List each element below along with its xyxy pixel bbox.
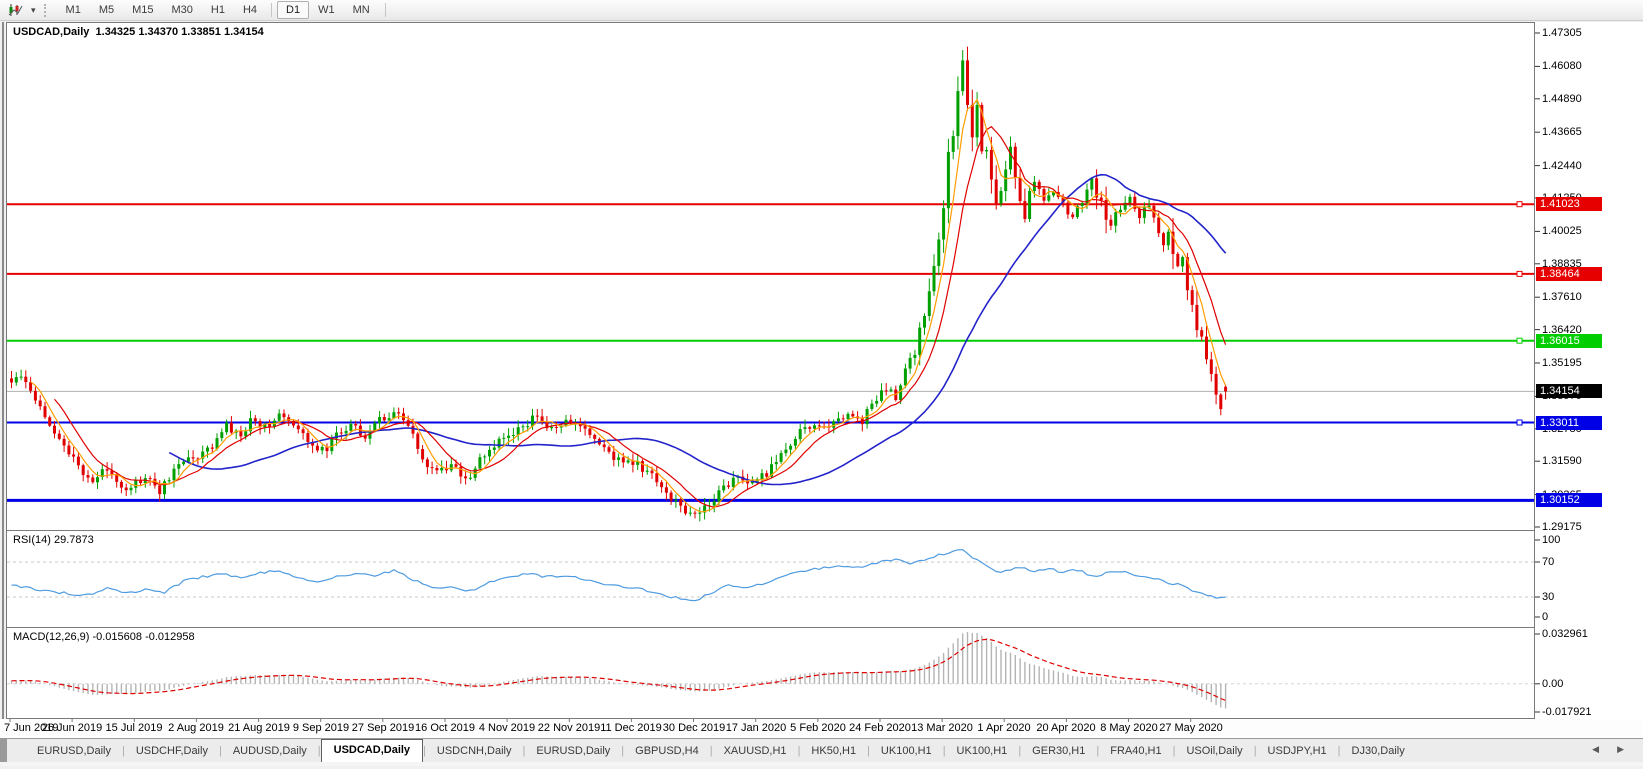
date-axis-label: 9 Sep 2019 xyxy=(293,722,349,734)
symbol-tab-usdjpy-h1[interactable]: USDJPY,H1 xyxy=(1257,741,1338,762)
timeframe-button-h4[interactable]: H4 xyxy=(234,1,266,19)
timeframe-button-m15[interactable]: M15 xyxy=(123,1,162,19)
timeframe-button-m5[interactable]: M5 xyxy=(90,1,123,19)
symbol-tab-fra40-h1[interactable]: FRA40,H1 xyxy=(1099,741,1172,762)
tab-scroll-right-icon[interactable]: ▶ xyxy=(1608,744,1633,754)
symbol-tab-usdcad-daily[interactable]: USDCAD,Daily xyxy=(321,739,423,762)
timeframe-button-m1[interactable]: M1 xyxy=(57,1,90,19)
date-axis-label: 13 Mar 2020 xyxy=(911,722,973,734)
symbol-tab-dj30-daily[interactable]: DJ30,Daily xyxy=(1341,741,1416,762)
timeframe-button-m30[interactable]: M30 xyxy=(163,1,202,19)
chart-tab-bar: EURUSD,Daily|USDCHF,Daily|AUDUSD,Daily|U… xyxy=(0,738,1643,762)
date-axis-label: 20 Apr 2020 xyxy=(1036,722,1095,734)
symbol-tab-uk100-h1[interactable]: UK100,H1 xyxy=(870,741,943,762)
date-axis-label: 5 Feb 2020 xyxy=(790,722,846,734)
rsi-title: RSI(14) 29.7873 xyxy=(13,534,94,546)
symbol-tab-eurusd-daily[interactable]: EURUSD,Daily xyxy=(525,741,621,762)
toolbar-grip[interactable] xyxy=(44,4,50,17)
date-axis: 7 Jun 201926 Jun 201915 Jul 20192 Aug 20… xyxy=(0,719,1643,738)
date-axis-label: 30 Dec 2019 xyxy=(663,722,725,734)
status-strip xyxy=(0,762,1643,766)
symbol-tab-usoil-daily[interactable]: USOil,Daily xyxy=(1175,741,1253,762)
date-axis-label: 26 Jun 2019 xyxy=(42,722,103,734)
date-axis-label: 11 Dec 2019 xyxy=(600,722,662,734)
date-axis-label: 21 Aug 2019 xyxy=(228,722,290,734)
symbol-tab-uk100-h1[interactable]: UK100,H1 xyxy=(946,741,1019,762)
symbol-tab-usdchf-daily[interactable]: USDCHF,Daily xyxy=(125,741,219,762)
date-axis-label: 24 Feb 2020 xyxy=(849,722,911,734)
timeframe-toolbar: M1M5M15M30H1H4 D1W1MN xyxy=(57,1,379,19)
macd-title: MACD(12,26,9) -0.015608 -0.012958 xyxy=(13,631,195,643)
chart-type-dropdown-icon[interactable]: ▾ xyxy=(28,5,39,16)
main-chart-panel[interactable]: USDCAD,Daily 1.34325 1.34370 1.33851 1.3… xyxy=(6,22,1535,531)
symbol-tab-eurusd-daily[interactable]: EURUSD,Daily xyxy=(26,741,122,762)
macd-indicator-panel[interactable]: MACD(12,26,9) -0.015608 -0.012958 xyxy=(6,627,1535,719)
chart-title: USDCAD,Daily 1.34325 1.34370 1.33851 1.3… xyxy=(13,26,264,38)
date-axis-label: 22 Nov 2019 xyxy=(538,722,600,734)
date-axis-label: 27 Sep 2019 xyxy=(352,722,414,734)
price-axis xyxy=(1535,22,1643,719)
date-axis-label: 17 Jan 2020 xyxy=(726,722,787,734)
symbol-tab-xauusd-h1[interactable]: XAUUSD,H1 xyxy=(713,741,798,762)
date-axis-label: 15 Jul 2019 xyxy=(106,722,163,734)
symbol-tab-ger30-h1[interactable]: GER30,H1 xyxy=(1021,741,1096,762)
date-axis-label: 8 May 2020 xyxy=(1100,722,1157,734)
symbol-tab-audusd-daily[interactable]: AUDUSD,Daily xyxy=(222,741,318,762)
date-axis-label: 27 May 2020 xyxy=(1159,722,1223,734)
top-toolbar: ▾ M1M5M15M30H1H4 D1W1MN xyxy=(0,0,1643,21)
timeframe-button-w1[interactable]: W1 xyxy=(309,1,344,19)
tab-scroll-left-icon[interactable]: ◀ xyxy=(1583,744,1608,754)
chart-type-icon[interactable] xyxy=(4,1,27,20)
date-axis-label: 4 Nov 2019 xyxy=(479,722,535,734)
date-axis-label: 1 Apr 2020 xyxy=(977,722,1030,734)
rsi-indicator-panel[interactable]: RSI(14) 29.7873 xyxy=(6,530,1535,628)
tab-bar-notch xyxy=(0,739,7,762)
candlestick-chart-icon xyxy=(8,3,23,17)
symbol-tab-usdcnh-daily[interactable]: USDCNH,Daily xyxy=(426,741,523,762)
date-axis-label: 16 Oct 2019 xyxy=(415,722,475,734)
symbol-tab-hk50-h1[interactable]: HK50,H1 xyxy=(800,741,867,762)
timeframe-button-d1[interactable]: D1 xyxy=(277,1,309,19)
tab-scroll-buttons: ◀▶ xyxy=(1583,744,1633,755)
timeframe-button-h1[interactable]: H1 xyxy=(202,1,234,19)
timeframe-button-mn[interactable]: MN xyxy=(344,1,379,19)
toolbar-divider xyxy=(385,3,386,17)
symbol-tab-gbpusd-h4[interactable]: GBPUSD,H4 xyxy=(624,741,710,762)
date-axis-label: 2 Aug 2019 xyxy=(168,722,224,734)
toolbar-divider xyxy=(271,3,272,17)
chart-window-left-border xyxy=(2,22,4,719)
